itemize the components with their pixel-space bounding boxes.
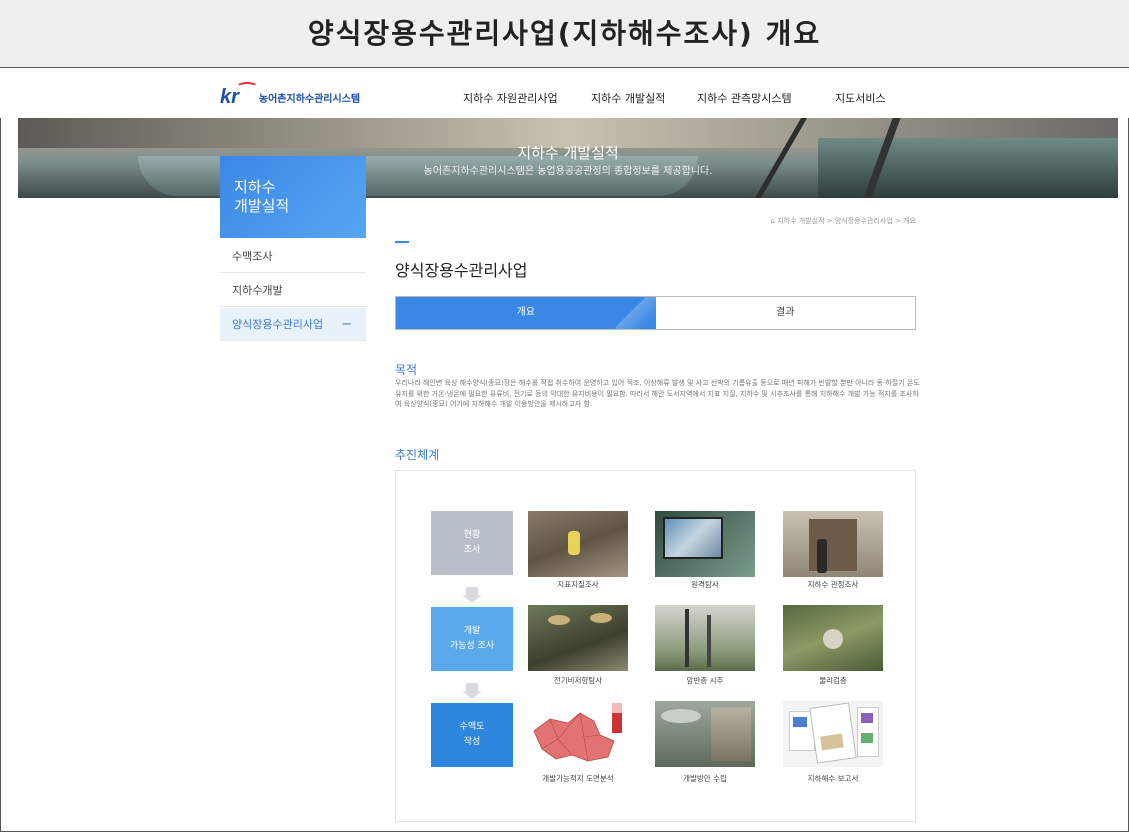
caption: 개발가능적지 도면분석 <box>542 774 614 783</box>
menu-item-development[interactable]: 지하수 개발실적 <box>591 90 665 106</box>
sidebar-item-development[interactable]: 지하수개발 <box>220 274 366 307</box>
caption: 지하해수 보고서 <box>807 774 859 783</box>
purpose-heading: 목적 <box>395 363 418 377</box>
tab-overview[interactable]: 개요 <box>396 297 656 329</box>
photo-drilling <box>655 605 755 671</box>
process-heading: 추진체계 <box>395 448 440 462</box>
sidebar-item-survey[interactable]: 수맥조사 <box>220 240 366 273</box>
collapse-icon[interactable]: − <box>341 308 352 341</box>
process-diagram: 현황 조사 개발 가능성 조사 수맥도 작성 지표지질조사 원격탐사 지하수 관… <box>395 470 916 822</box>
photo-geology-survey <box>528 511 628 577</box>
photo-report <box>783 701 883 767</box>
hero-subtitle: 농어촌지하수관리시스템은 농업용공공관정의 종합정보를 제공합니다. <box>423 166 713 177</box>
down-arrow-icon <box>462 587 482 603</box>
photo-resistivity-survey <box>528 605 628 671</box>
menu-item-monitoring[interactable]: 지하수 관측망시스템 <box>697 90 792 106</box>
purpose-text: 우리나라 해안변 육상 해수양식(종묘)장은 해수를 직접 취수하여 운영하고 … <box>395 379 920 408</box>
photo-well-survey <box>783 511 883 577</box>
photo-remote-sensing <box>655 511 755 577</box>
map-suitability-analysis <box>528 701 628 767</box>
photo-geophysical-logging <box>783 605 883 671</box>
logo-mark: kr <box>220 82 258 109</box>
caption: 물리검층 <box>819 676 847 685</box>
tab-bar: 개요 결과 <box>395 296 916 330</box>
logo-text: 농어촌지하수관리시스템 <box>258 94 361 105</box>
breadcrumb: ⌂ 지하수 개발실적 > 양식장용수관리사업 > 개요 <box>770 217 916 225</box>
top-navigation <box>0 68 1129 118</box>
caption: 전기비저항탐사 <box>553 676 603 685</box>
photo-development-plan <box>655 701 755 767</box>
tab-results[interactable]: 결과 <box>656 297 916 329</box>
caption: 지하수 관정조사 <box>807 580 859 589</box>
heading-accent <box>395 241 409 243</box>
stage-status-survey: 현황 조사 <box>431 511 513 575</box>
caption: 개발방안 수립 <box>683 774 727 783</box>
caption: 원격탐사 <box>691 580 719 589</box>
caption: 지표지질조사 <box>557 580 599 589</box>
menu-item-map[interactable]: 지도서비스 <box>835 90 886 106</box>
stage-feasibility: 개발 가능성 조사 <box>431 607 513 671</box>
page-title: 양식장용수관리사업 <box>395 261 528 280</box>
sidebar-header: 지하수 개발실적 <box>220 156 366 238</box>
hero-title: 지하수 개발실적 <box>517 144 619 162</box>
down-arrow-icon <box>462 683 482 699</box>
menu-item-resource[interactable]: 지하수 자원관리사업 <box>463 90 558 106</box>
sidebar-title: 지하수 개발실적 <box>234 178 290 215</box>
slide-title: 양식장용수관리사업(지하해수조사) 개요 <box>0 0 1129 68</box>
site-logo[interactable]: kr 농어촌지하수관리시스템 <box>220 82 361 109</box>
stage-map-making: 수맥도 작성 <box>431 703 513 767</box>
sidebar-item-aquaculture[interactable]: 양식장용수관리사업 − <box>220 308 366 341</box>
caption: 암반층 시추 <box>686 676 724 685</box>
